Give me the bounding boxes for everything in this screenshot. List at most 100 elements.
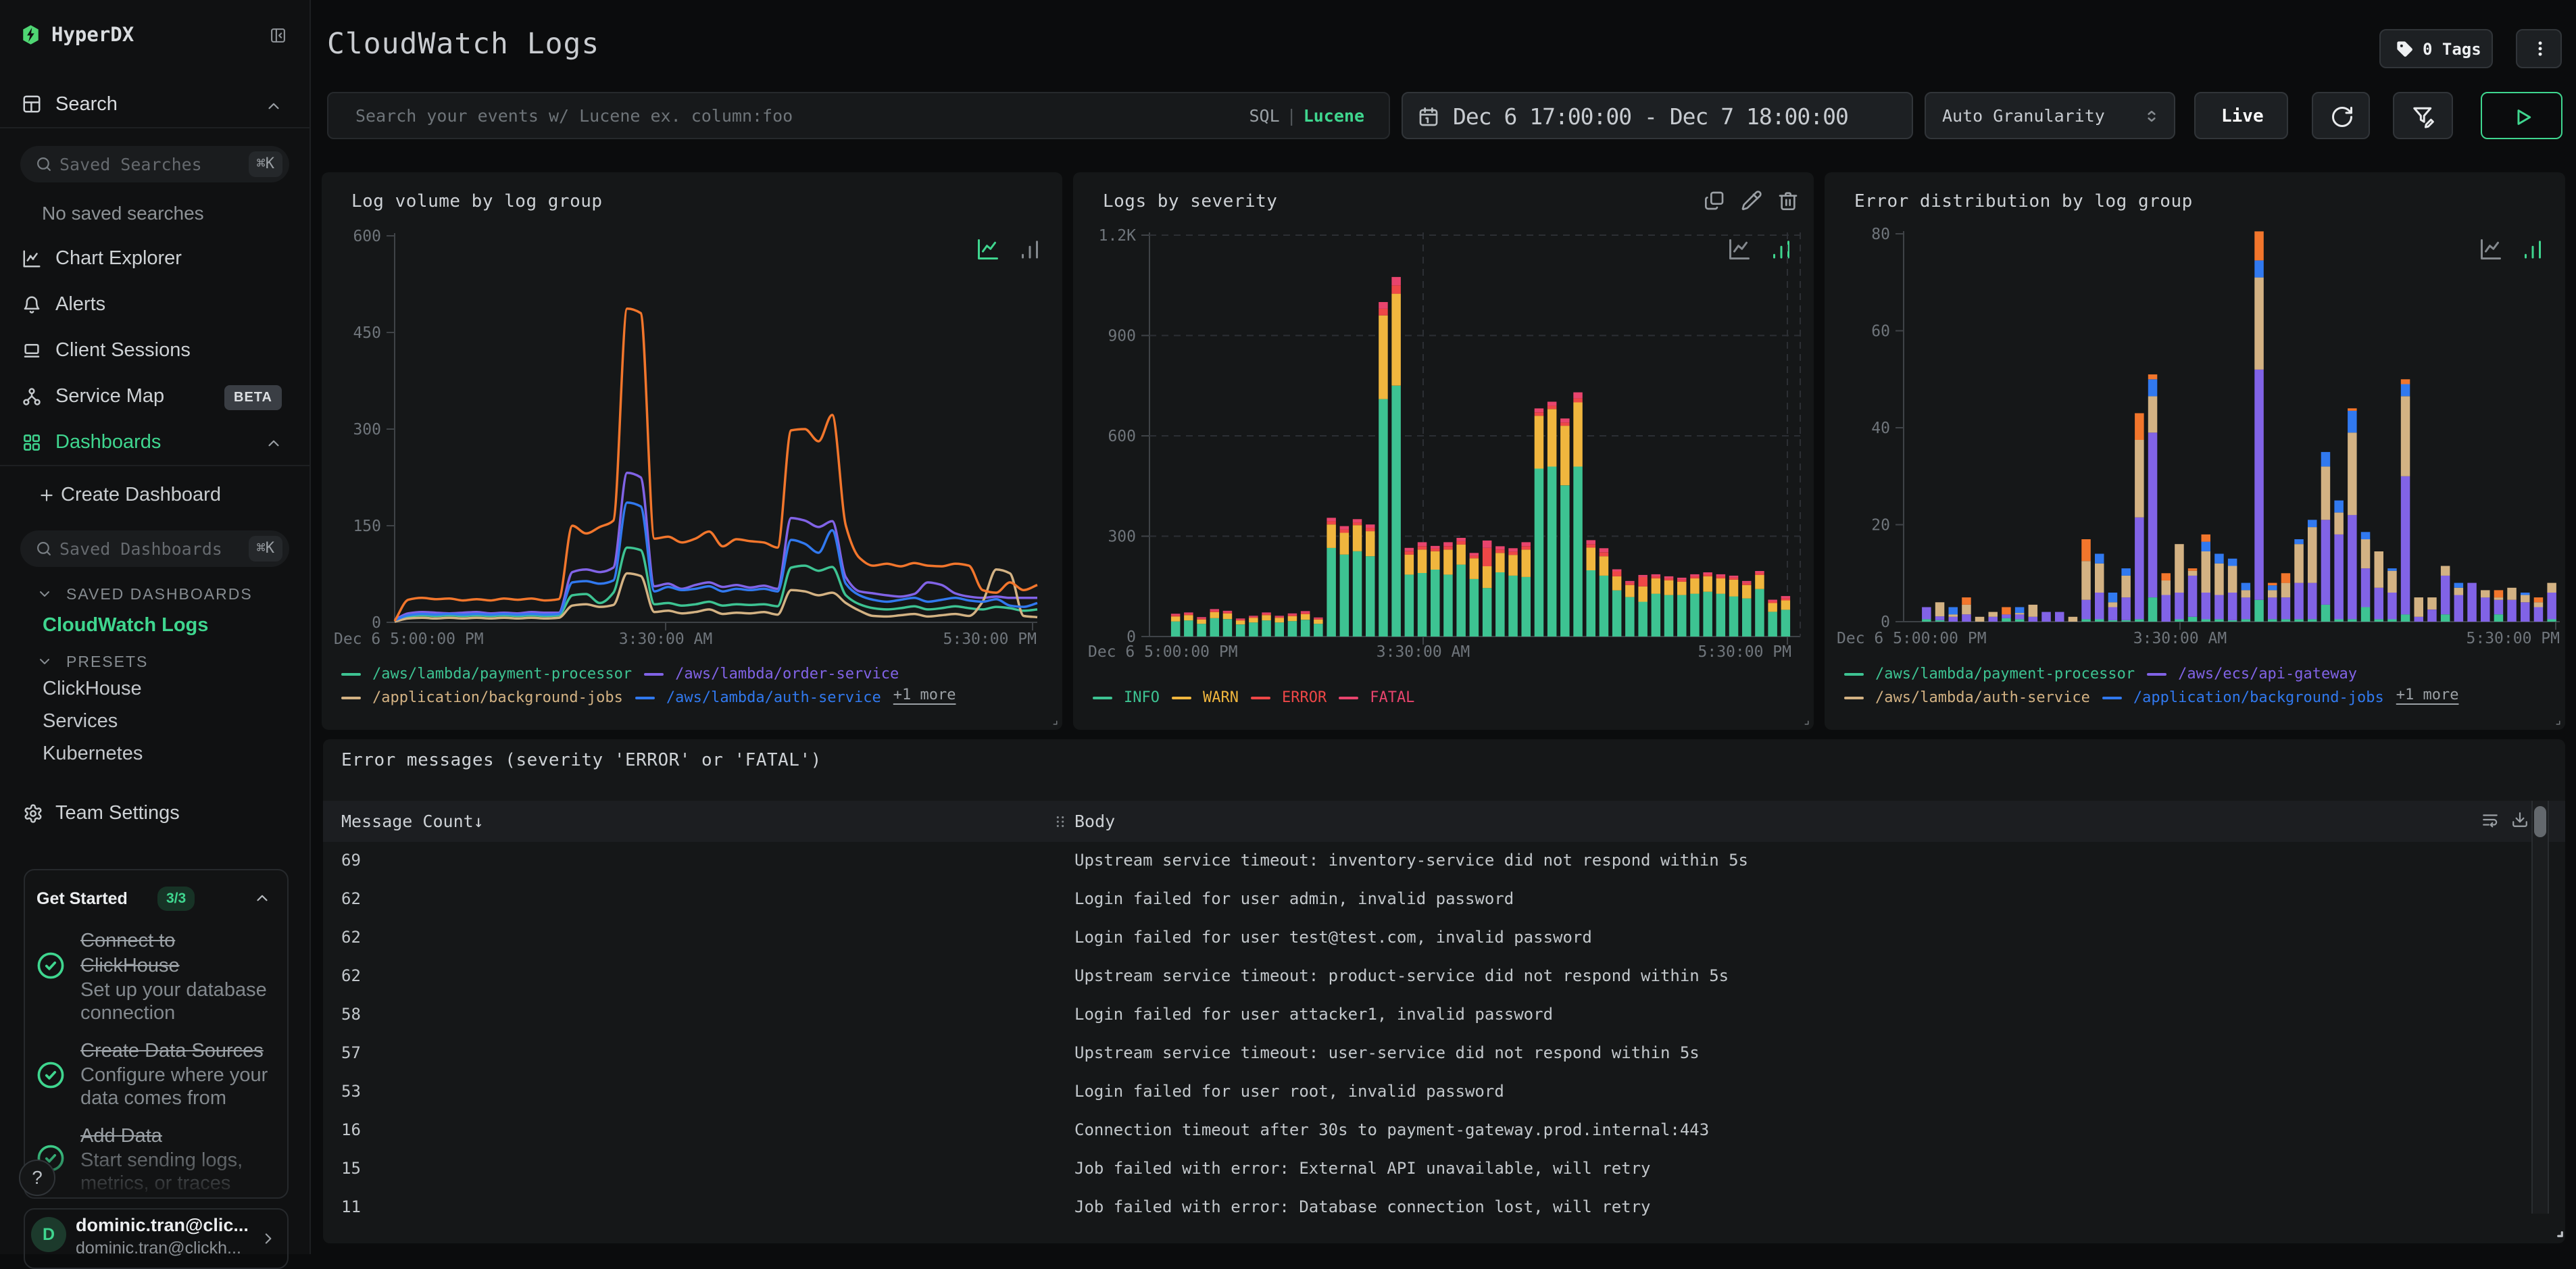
chevron-right-icon xyxy=(265,1233,272,1244)
column-header-message-count[interactable]: Message Count↓ xyxy=(341,812,484,831)
chevron-up-icon[interactable] xyxy=(253,889,271,907)
legend-item: /aws/lambda/order-service xyxy=(644,666,899,683)
cell-body: Upstream service timeout: product-servic… xyxy=(1074,966,1729,985)
event-search-input[interactable]: Search your events w/ Lucene ex. column:… xyxy=(327,92,1390,139)
saved-dashboards-input[interactable]: Saved Dashboards ⌘K xyxy=(20,530,289,567)
nav-label: Client Sessions xyxy=(55,339,191,361)
saved-dashboards-placeholder: Saved Dashboards xyxy=(59,539,222,559)
saved-searches-input[interactable]: Saved Searches ⌘K xyxy=(20,146,289,182)
create-dashboard-button[interactable]: Create Dashboard xyxy=(0,472,309,518)
cell-body: Login failed for user admin, invalid pas… xyxy=(1074,889,1514,908)
sidebar-item-client-sessions[interactable]: Client Sessions xyxy=(0,328,309,374)
refresh-icon xyxy=(2332,107,2352,127)
live-label: Live xyxy=(2221,106,2264,126)
resize-handle[interactable] xyxy=(2549,714,2561,726)
sidebar-item-kubernetes[interactable]: Kubernetes xyxy=(43,743,143,775)
sidebar-item-services[interactable]: Services xyxy=(43,710,118,743)
sidebar-item-clickhouse[interactable]: ClickHouse xyxy=(43,678,142,710)
table-row[interactable]: 69 Upstream service timeout: inventory-se… xyxy=(323,842,2565,880)
table-row[interactable]: 53 Login failed for user root, invalid pa… xyxy=(323,1073,2565,1112)
error-distribution-chart[interactable]: 80 60 40 20 0Dec 6 5:00:00 PM 3:30:00 AM 5:30:… xyxy=(1825,172,2565,730)
legend-swatch xyxy=(1171,697,1191,699)
tags-button[interactable]: 0 Tags xyxy=(2379,29,2493,68)
table-row[interactable]: 16 Connection timeout after 30s to paymen… xyxy=(323,1112,2565,1150)
run-query-button[interactable] xyxy=(2481,92,2562,139)
resize-handle[interactable] xyxy=(1046,714,1058,726)
chart-legend: /application/background-jobs/aws/lambda/… xyxy=(341,687,956,707)
network-icon xyxy=(23,388,41,405)
legend-swatch xyxy=(1250,697,1270,699)
date-range-picker[interactable]: Dec 6 17:00:00 - Dec 7 18:00:00 xyxy=(1402,92,1913,139)
svg-text:Dec 6 5:00:00 PM: Dec 6 5:00:00 PM xyxy=(1837,630,1987,647)
table-row[interactable]: 62 Login failed for user admin, invalid p… xyxy=(323,880,2565,919)
sidebar-collapse-icon[interactable] xyxy=(269,27,287,44)
filters-button[interactable] xyxy=(2393,92,2453,139)
granularity-select[interactable]: Auto Granularity xyxy=(1925,92,2175,139)
download-csv-icon[interactable] xyxy=(2511,811,2529,828)
divider: | xyxy=(1286,106,1297,126)
legend-item: ERROR xyxy=(1250,689,1327,707)
get-started-item-subtitle: data comes from xyxy=(80,1087,226,1109)
log-volume-chart[interactable]: 600 450 300 150 0Dec 6 5:00:00 PM 3:30:00 AM 5… xyxy=(322,172,1062,730)
legend-swatch xyxy=(2102,697,2122,699)
search-section-icon xyxy=(23,95,41,113)
sql-option[interactable]: SQL xyxy=(1249,106,1279,126)
drag-handle-icon[interactable] xyxy=(1053,814,1068,829)
legend-item: FATAL xyxy=(1339,689,1414,707)
live-button[interactable]: Live xyxy=(2194,92,2288,139)
sidebar-item-dashboards[interactable]: Dashboards xyxy=(0,420,309,466)
sidebar: HyperDX Search Saved Searches ⌘K No save… xyxy=(0,0,311,1269)
column-header-body[interactable]: Body xyxy=(1074,812,1115,831)
refresh-button[interactable] xyxy=(2312,92,2370,139)
row-wrap-icon[interactable] xyxy=(2481,811,2499,828)
table-row[interactable]: 62 Upstream service timeout: product-serv… xyxy=(323,957,2565,996)
scrollbar-thumb[interactable] xyxy=(2534,806,2546,837)
logs-by-severity-chart[interactable]: 1.2K9006003000Dec 6 5:00:00 PM 3:30:00 AM… xyxy=(1073,172,1814,730)
svg-text:0: 0 xyxy=(372,614,381,632)
legend-more-link[interactable]: +1 more xyxy=(2396,687,2459,703)
user-menu[interactable]: D dominic.tran@clic... dominic.tran@clic… xyxy=(24,1208,289,1269)
shortcut-badge: ⌘K xyxy=(248,151,282,177)
plus-icon xyxy=(41,489,53,501)
get-started-item-subtitle: Configure where your xyxy=(80,1064,268,1086)
table-row[interactable]: 58 Login failed for user attacker1, inval… xyxy=(323,996,2565,1035)
svg-text:3:30:00 AM: 3:30:00 AM xyxy=(1377,643,1470,661)
resize-handle[interactable] xyxy=(1798,714,1810,726)
chart-card-error-distribution: Error distribution by log group 80 60 40 20… xyxy=(1825,172,2565,730)
svg-text:600: 600 xyxy=(353,228,381,245)
legend-item: /aws/lambda/payment-processor xyxy=(341,666,632,683)
cell-body: Job failed with error: Database connecti… xyxy=(1074,1197,1651,1216)
chevron-up-icon[interactable] xyxy=(265,97,282,115)
check-circle-icon xyxy=(37,952,64,979)
legend-item: /aws/lambda/auth-service xyxy=(635,689,881,707)
query-language-toggle[interactable]: SQL | Lucene xyxy=(1249,106,1364,126)
svg-text:5:30:00 PM: 5:30:00 PM xyxy=(2467,630,2560,647)
search-placeholder: Search your events w/ Lucene ex. column:… xyxy=(355,106,793,126)
sidebar-item-search[interactable]: Search xyxy=(0,82,309,128)
sidebar-item-team-settings[interactable]: Team Settings xyxy=(0,791,309,837)
sidebar-item-chart-explorer[interactable]: Chart Explorer xyxy=(0,236,309,282)
legend-label: INFO xyxy=(1124,689,1160,706)
dashboard-menu-button[interactable] xyxy=(2516,29,2562,68)
user-name: dominic.tran@clic... xyxy=(76,1215,249,1235)
resize-handle[interactable] xyxy=(2549,1223,2564,1238)
table-row[interactable]: 62 Login failed for user test@test.com, i… xyxy=(323,919,2565,957)
tags-label: 0 Tags xyxy=(2423,40,2481,59)
shortcut-badge: ⌘K xyxy=(248,536,282,562)
table-row[interactable]: 11 Job failed with error: Database connec… xyxy=(323,1189,2565,1227)
section-presets[interactable]: PRESETS xyxy=(24,650,295,674)
table-row[interactable]: 57 Upstream service timeout: user-service… xyxy=(323,1035,2565,1073)
legend-more-link[interactable]: +1 more xyxy=(893,687,956,703)
table-row[interactable]: 15 Job failed with error: External API un… xyxy=(323,1150,2565,1189)
sidebar-item-cloudwatch-logs[interactable]: CloudWatch Logs xyxy=(43,614,208,637)
chart-legend: /aws/lambda/payment-processor/aws/ecs/ap… xyxy=(1844,663,2369,683)
lucene-option[interactable]: Lucene xyxy=(1304,106,1364,126)
sidebar-item-alerts[interactable]: Alerts xyxy=(0,282,309,328)
section-saved-dashboards[interactable]: SAVED DASHBOARDS xyxy=(24,582,295,607)
help-button[interactable]: ? xyxy=(19,1160,55,1196)
legend-swatch xyxy=(1844,697,1864,699)
chart-card-log-volume: Log volume by log group 600 450 300 150 0 Dec… xyxy=(322,172,1062,730)
play-icon xyxy=(2517,109,2531,125)
sidebar-item-service-map[interactable]: Service Map BETA xyxy=(0,374,309,420)
scrollbar-track[interactable] xyxy=(2531,801,2549,1214)
